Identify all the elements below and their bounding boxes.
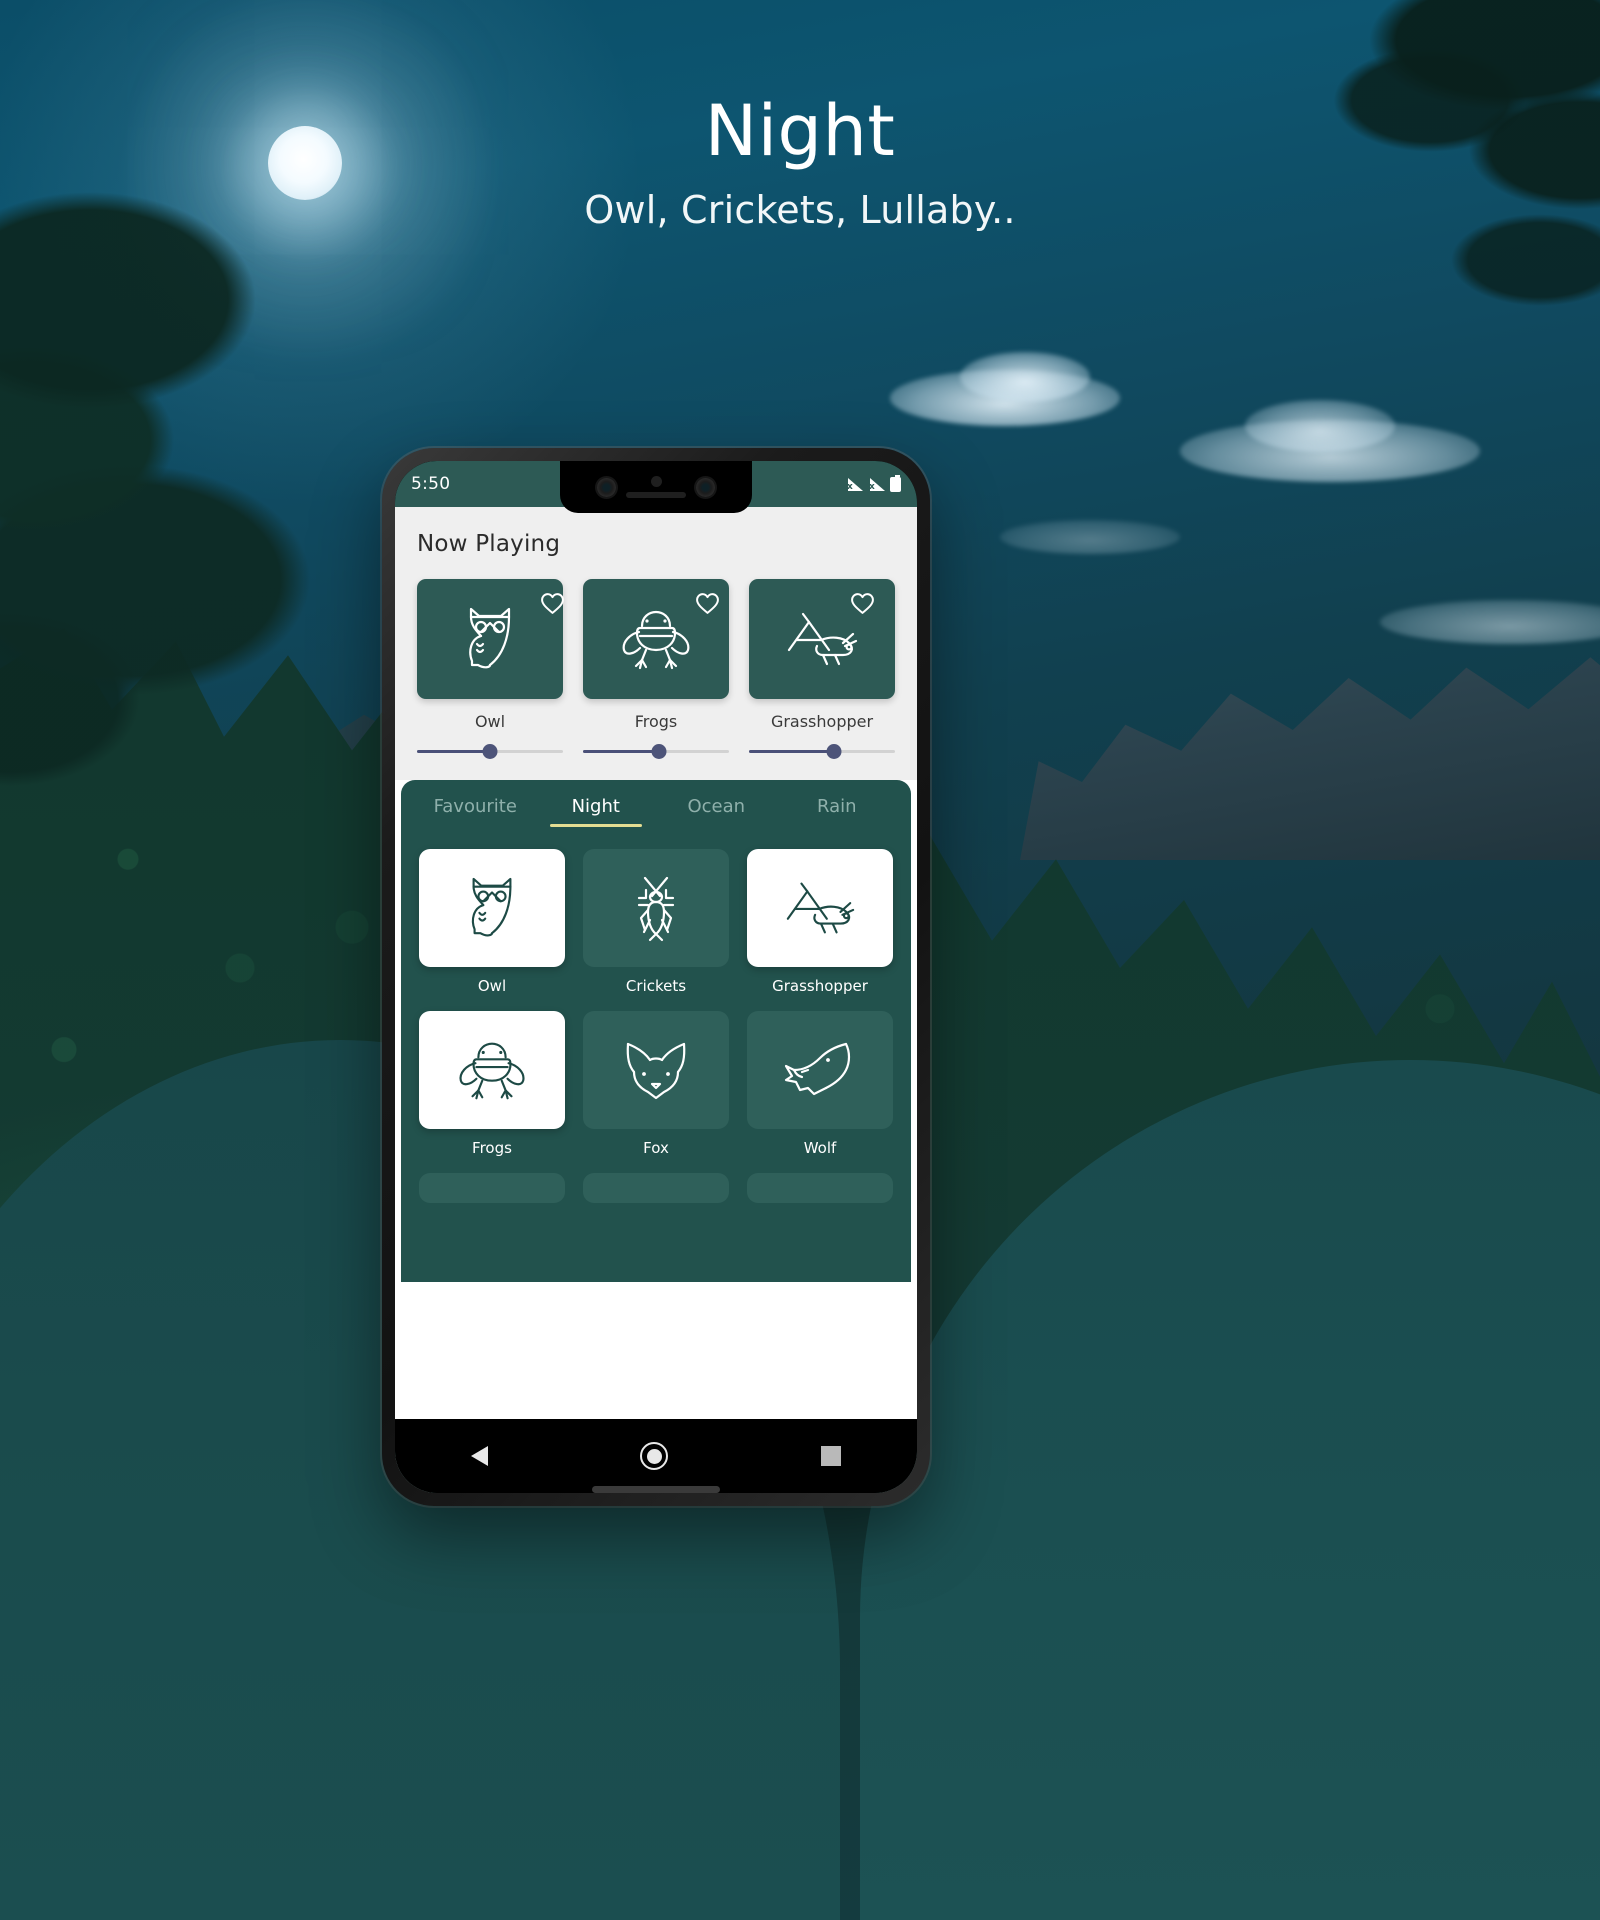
sound-cell-partial xyxy=(747,1173,893,1203)
hero-title: Night xyxy=(704,90,896,172)
now-playing-item: Grasshopper xyxy=(749,579,895,759)
sound-card-crickets[interactable] xyxy=(583,849,729,967)
status-time: 5:50 xyxy=(411,474,451,494)
sound-cell-wolf: Wolf xyxy=(747,1011,893,1157)
owl-icon xyxy=(471,877,512,937)
tab-night[interactable]: Night xyxy=(536,796,657,827)
sound-cell-crickets: Crickets xyxy=(583,849,729,995)
cloud xyxy=(960,352,1090,402)
cloud xyxy=(1000,520,1180,554)
sound-card-partial[interactable] xyxy=(419,1173,565,1203)
slider-knob[interactable] xyxy=(826,743,842,759)
tab-label: Night xyxy=(571,796,620,817)
app-content: Now Playing Owl Frogs Grasshopper Favour… xyxy=(395,507,917,1493)
tab-rain[interactable]: Rain xyxy=(777,796,898,827)
sound-category-panel: Favourite Night Ocean Rain Owl Crickets … xyxy=(401,780,911,1282)
frog-icon xyxy=(459,1042,525,1100)
tab-label: Ocean xyxy=(687,796,746,817)
volume-slider-grasshopper[interactable] xyxy=(749,743,895,759)
owl-icon xyxy=(469,607,511,669)
earpiece-speaker xyxy=(626,492,686,498)
sound-cell-partial xyxy=(419,1173,565,1203)
home-icon[interactable] xyxy=(640,1442,669,1470)
sound-grid: Owl Crickets Grasshopper Frogs Fox Wolf xyxy=(401,827,911,1203)
slider-fill xyxy=(417,749,490,753)
tab-ocean[interactable]: Ocean xyxy=(656,796,777,827)
sound-card-frogs[interactable] xyxy=(419,1011,565,1129)
sound-card-owl[interactable] xyxy=(419,849,565,967)
bottom-speaker xyxy=(592,1486,720,1493)
slider-knob[interactable] xyxy=(651,743,667,759)
now-playing-list: Owl Frogs Grasshopper xyxy=(417,579,895,759)
sound-label: Wolf xyxy=(803,1139,837,1157)
hero-text: Night Owl, Crickets, Lullaby.. xyxy=(0,96,1600,232)
grasshopper-icon xyxy=(786,882,855,934)
sound-card-partial[interactable] xyxy=(583,1173,729,1203)
sound-card-partial[interactable] xyxy=(747,1173,893,1203)
now-playing-item: Frogs xyxy=(583,579,729,759)
sound-card-grasshopper[interactable] xyxy=(747,849,893,967)
camera-icon xyxy=(597,477,616,497)
now-playing-label: Frogs xyxy=(634,712,678,731)
sensor-dot xyxy=(650,476,662,487)
now-playing-card-grasshopper[interactable] xyxy=(749,579,895,699)
cricket-icon xyxy=(637,876,675,942)
now-playing-item: Owl xyxy=(417,579,563,759)
tab-label: Rain xyxy=(816,796,857,817)
now-playing-label: Grasshopper xyxy=(770,712,874,731)
sound-cell-fox: Fox xyxy=(583,1011,729,1157)
fox-icon xyxy=(626,1042,686,1100)
sound-label: Owl xyxy=(477,977,507,995)
tab-label: Favourite xyxy=(433,796,517,817)
phone-notch xyxy=(560,461,752,513)
sound-cell-partial xyxy=(583,1173,729,1203)
tree-silhouette xyxy=(0,180,400,1040)
now-playing-section: Now Playing Owl Frogs Grasshopper xyxy=(395,507,917,780)
tab-favourite[interactable]: Favourite xyxy=(415,796,536,827)
battery-icon xyxy=(890,474,901,492)
sound-label: Grasshopper xyxy=(772,977,868,995)
camera-icon xyxy=(696,477,715,497)
wolf-icon xyxy=(784,1042,851,1096)
now-playing-label: Owl xyxy=(474,712,506,731)
sound-cell-grasshopper: Grasshopper xyxy=(747,849,893,995)
sound-label: Frogs xyxy=(472,1139,512,1157)
sound-label: Crickets xyxy=(625,977,687,995)
frog-icon xyxy=(622,610,690,670)
active-tab-underline xyxy=(549,824,642,827)
grasshopper-icon xyxy=(787,612,858,666)
phone-screen: 5:50 x x Now Playing Owl Frogs Grasshopp… xyxy=(395,461,917,1493)
phone-mockup: 5:50 x x Now Playing Owl Frogs Grasshopp… xyxy=(382,448,930,1506)
back-icon[interactable] xyxy=(471,1446,489,1466)
sound-card-wolf[interactable] xyxy=(747,1011,893,1129)
slider-fill xyxy=(749,749,834,753)
category-tabs: Favourite Night Ocean Rain xyxy=(401,780,911,827)
slider-knob[interactable] xyxy=(482,743,498,759)
recents-icon[interactable] xyxy=(820,1446,841,1466)
now-playing-card-frogs[interactable] xyxy=(583,579,729,699)
now-playing-card-owl[interactable] xyxy=(417,579,563,699)
volume-slider-frogs[interactable] xyxy=(583,743,729,759)
signal-bars-icon: x xyxy=(868,477,885,492)
now-playing-title: Now Playing xyxy=(417,531,561,557)
slider-fill xyxy=(583,749,659,753)
android-navigation-bar xyxy=(395,1419,917,1493)
volume-slider-owl[interactable] xyxy=(417,743,563,759)
sound-card-fox[interactable] xyxy=(583,1011,729,1129)
hero-subtitle: Owl, Crickets, Lullaby.. xyxy=(584,188,1016,232)
sound-cell-owl: Owl xyxy=(419,849,565,995)
signal-bars-icon: x xyxy=(846,477,863,492)
sound-label: Fox xyxy=(643,1139,669,1157)
sound-cell-frogs: Frogs xyxy=(419,1011,565,1157)
